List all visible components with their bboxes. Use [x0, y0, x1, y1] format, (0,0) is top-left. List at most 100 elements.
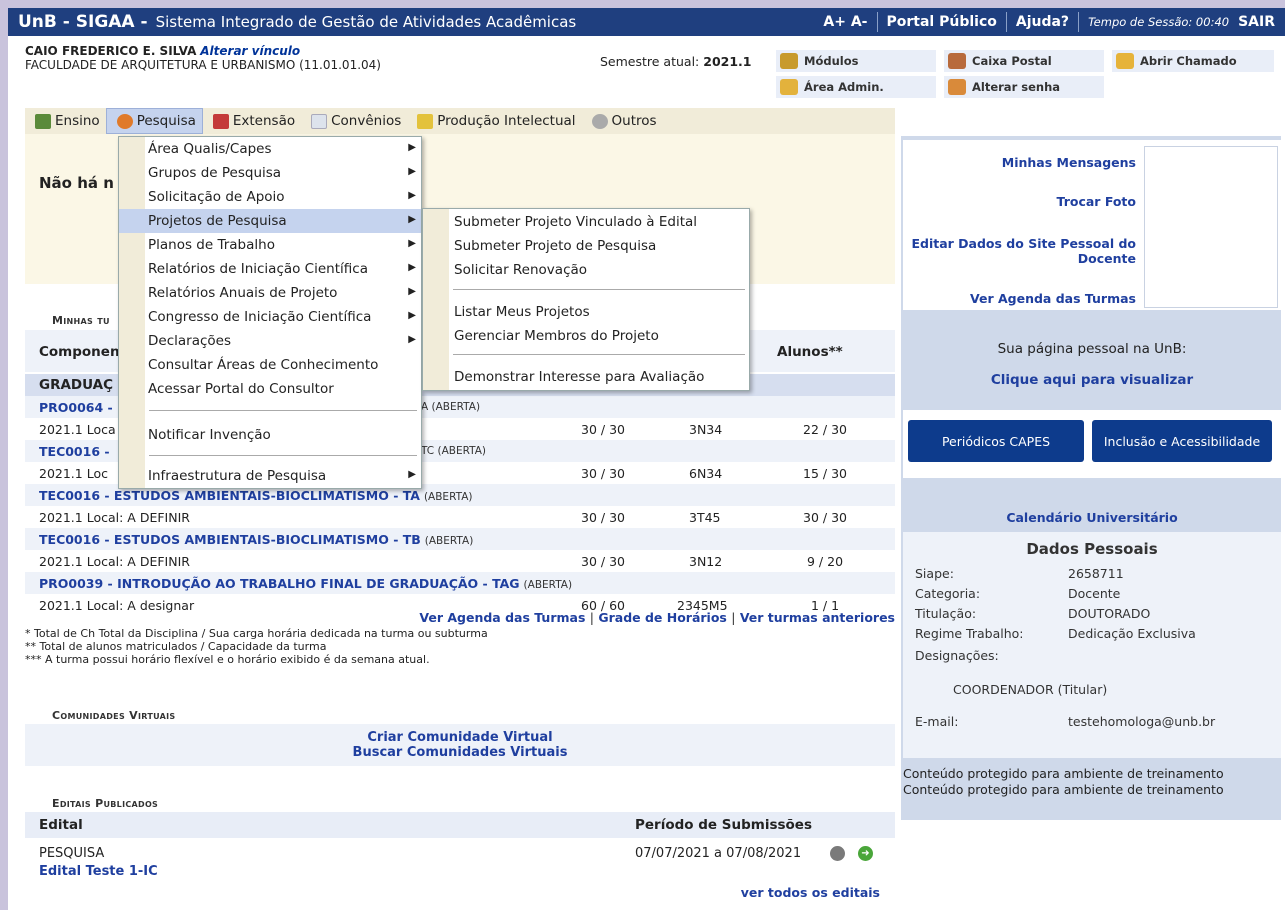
menu-item-planos[interactable]: Planos de Trabalho ▶	[119, 233, 421, 257]
projetos-submenu: Submeter Projeto Vinculado à Edital Subm…	[422, 208, 750, 391]
menu-item-qualis[interactable]: Área Qualis/Capes ▶	[119, 137, 421, 161]
table-row: PRO0039 - INTRODUÇÃO AO TRABALHO FINAL D…	[25, 572, 895, 594]
menu-item-invencao[interactable]: Notificar Invenção	[119, 423, 421, 447]
table-row: TEC0016 - ESTUDOS AMBIENTAIS-BIOCLIMATIS…	[25, 528, 895, 550]
categoria-value: Docente	[1068, 586, 1121, 601]
turma-status: A (ABERTA)	[421, 401, 481, 413]
user-key-icon	[948, 79, 966, 95]
col-edital: Edital	[39, 817, 83, 833]
user-unit: FACULDADE DE ARQUITETURA E URBANISMO (11…	[25, 58, 381, 72]
session-timer: Tempo de Sessão: 00:40	[1078, 12, 1238, 32]
profile-photo	[1144, 146, 1278, 308]
system-name: Sistema Integrado de Gestão de Atividade…	[155, 13, 577, 31]
agenda-link[interactable]: Ver Agenda das Turmas	[419, 610, 585, 625]
email-value: testehomologa@unb.br	[1068, 714, 1216, 729]
trocar-foto-link[interactable]: Trocar Foto	[906, 194, 1136, 209]
semester-info: Semestre atual: 2021.1	[600, 54, 752, 69]
submenu-gerenciar-membros[interactable]: Gerenciar Membros do Projeto	[423, 324, 749, 348]
ver-editais-link[interactable]: ver todos os editais	[25, 885, 880, 900]
menu-divider	[453, 354, 745, 355]
turma-link[interactable]: TEC0016 -	[39, 444, 110, 459]
user-name: CAIO FREDERICO E. SILVA	[25, 44, 197, 58]
menu-pesquisa[interactable]: Pesquisa	[105, 108, 203, 134]
font-size-toggle[interactable]: A+ A-	[814, 12, 876, 32]
turma-link[interactable]: PRO0039 - INTRODUÇÃO AO TRABALHO FINAL D…	[39, 576, 520, 591]
menu-item-declaracoes[interactable]: Declarações ▶	[119, 329, 421, 353]
books-icon	[35, 113, 51, 129]
grade-link[interactable]: Grade de Horários	[598, 610, 727, 625]
alterar-senha-button[interactable]: Alterar senha	[944, 76, 1104, 98]
menu-item-grupos[interactable]: Grupos de Pesquisa ▶	[119, 161, 421, 185]
menu-item-apoio[interactable]: Solicitação de Apoio ▶	[119, 185, 421, 209]
personal-page-link[interactable]: Clique aqui para visualizar	[903, 372, 1281, 388]
menu-outros[interactable]: Outros	[582, 108, 663, 134]
anteriores-link[interactable]: Ver turmas anteriores	[740, 610, 895, 625]
menu-item-portal-consultor[interactable]: Acessar Portal do Consultor	[119, 377, 421, 401]
protect-note: Conteúdo protegido para ambiente de trei…	[903, 766, 1224, 797]
menu-item-congresso[interactable]: Congresso de Iniciação Científica ▶	[119, 305, 421, 329]
menu-item-relatorios-anuais[interactable]: Relatórios Anuais de Projeto ▶	[119, 281, 421, 305]
mensagens-link[interactable]: Minhas Mensagens	[906, 155, 1136, 170]
user-info: CAIO FREDERICO E. SILVA Alterar vínculo …	[25, 44, 381, 72]
menu-item-areas[interactable]: Consultar Áreas de Conhecimento	[119, 353, 421, 377]
calendario-link[interactable]: Calendário Universitário	[903, 510, 1281, 525]
agenda-turmas-link[interactable]: Ver Agenda das Turmas	[906, 291, 1136, 306]
menu-item-infraestrutura[interactable]: Infraestrutura de Pesquisa ▶	[119, 464, 421, 488]
document-icon	[311, 113, 328, 129]
turma-status: TC (ABERTA)	[421, 445, 486, 457]
table-row: 2021.1 Local: A DEFINIR 30 / 30 3N12 9 /…	[39, 553, 844, 569]
acessibilidade-button[interactable]: Inclusão e Acessibilidade	[1092, 420, 1272, 462]
area-admin-button[interactable]: Área Admin.	[776, 76, 936, 98]
buscar-comunidades-link[interactable]: Buscar Comunidades Virtuais	[25, 745, 895, 760]
edital-period: 07/07/2021 a 07/08/2021	[635, 846, 802, 861]
menu-divider	[453, 289, 745, 290]
gears-icon	[591, 113, 608, 129]
caixa-postal-button[interactable]: Caixa Postal	[944, 50, 1104, 72]
portal-link[interactable]: Portal Público	[876, 12, 1006, 32]
view-icon[interactable]	[830, 846, 845, 861]
turmas-links: Ver Agenda das Turmas | Grade de Horário…	[419, 610, 895, 625]
menu-item-projetos[interactable]: Projetos de Pesquisa ▶	[119, 209, 421, 233]
top-bar: UnB - SIGAA - Sistema Integrado de Gestã…	[8, 8, 1285, 36]
key-icon	[780, 79, 798, 95]
submenu-interesse-avaliacao[interactable]: Demonstrar Interesse para Avaliação	[423, 365, 749, 389]
help-link[interactable]: Ajuda?	[1005, 12, 1078, 32]
abrir-chamado-button[interactable]: Abrir Chamado	[1112, 50, 1274, 72]
submenu-submeter-projeto[interactable]: Submeter Projeto de Pesquisa	[423, 234, 749, 258]
comunidades-title: Comunidades Virtuais	[52, 709, 176, 722]
editais-header: Edital Período de Submissões	[25, 812, 895, 838]
modulos-button[interactable]: Módulos	[776, 50, 936, 72]
notice-text: Não há n	[39, 174, 114, 192]
editais-title: Editais Publicados	[52, 797, 159, 810]
menu-producao[interactable]: Produção Intelectual	[407, 108, 581, 134]
menu-convenios[interactable]: Convênios	[301, 108, 407, 134]
criar-comunidade-link[interactable]: Criar Comunidade Virtual	[25, 730, 895, 745]
regime-value: Dedicação Exclusiva	[1068, 626, 1196, 641]
turma-link[interactable]: PRO0064 -	[39, 400, 113, 415]
gift-icon	[212, 113, 229, 129]
personal-page-label: Sua página pessoal na UnB:	[997, 341, 1187, 357]
menu-extensao[interactable]: Extensão	[203, 108, 301, 134]
submenu-renovacao[interactable]: Solicitar Renovação	[423, 258, 749, 282]
menu-item-relatorios-ic[interactable]: Relatórios de Iniciação Científica ▶	[119, 257, 421, 281]
dados-pessoais-box: Dados Pessoais Siape: 2658711 Categoria: D…	[903, 532, 1281, 758]
comunidades-box: Criar Comunidade Virtual Buscar Comunida…	[25, 724, 895, 766]
col-periodo: Período de Submissões	[635, 817, 812, 833]
dados-title: Dados Pessoais	[1026, 540, 1158, 558]
semester-value: 2021.1	[703, 54, 752, 69]
capes-button[interactable]: Periódicos CAPES	[908, 420, 1084, 462]
menu-ensino[interactable]: Ensino	[25, 108, 106, 134]
submenu-submeter-edital[interactable]: Submeter Projeto Vinculado à Edital	[423, 210, 749, 234]
editar-site-link[interactable]: Editar Dados do Site Pessoal do Docente	[906, 236, 1136, 266]
turma-link[interactable]: TEC0016 - ESTUDOS AMBIENTAIS-BIOCLIMATIS…	[39, 488, 420, 503]
titulacao-value: DOUTORADO	[1068, 606, 1151, 621]
brand-title: UnB - SIGAA -	[18, 12, 148, 32]
pesquisa-dropdown: Área Qualis/Capes ▶ Grupos de Pesquisa ▶ S…	[118, 136, 422, 489]
menu-divider	[149, 455, 417, 456]
submenu-listar-projetos[interactable]: Listar Meus Projetos	[423, 300, 749, 324]
change-link[interactable]: Alterar vínculo	[200, 44, 300, 58]
logout-button[interactable]: SAIR	[1238, 12, 1285, 32]
edital-link[interactable]: Edital Teste 1-IC	[39, 864, 158, 879]
turma-link[interactable]: TEC0016 - ESTUDOS AMBIENTAIS-BIOCLIMATIS…	[39, 532, 421, 547]
arrow-right-icon[interactable]: ➜	[858, 846, 873, 861]
